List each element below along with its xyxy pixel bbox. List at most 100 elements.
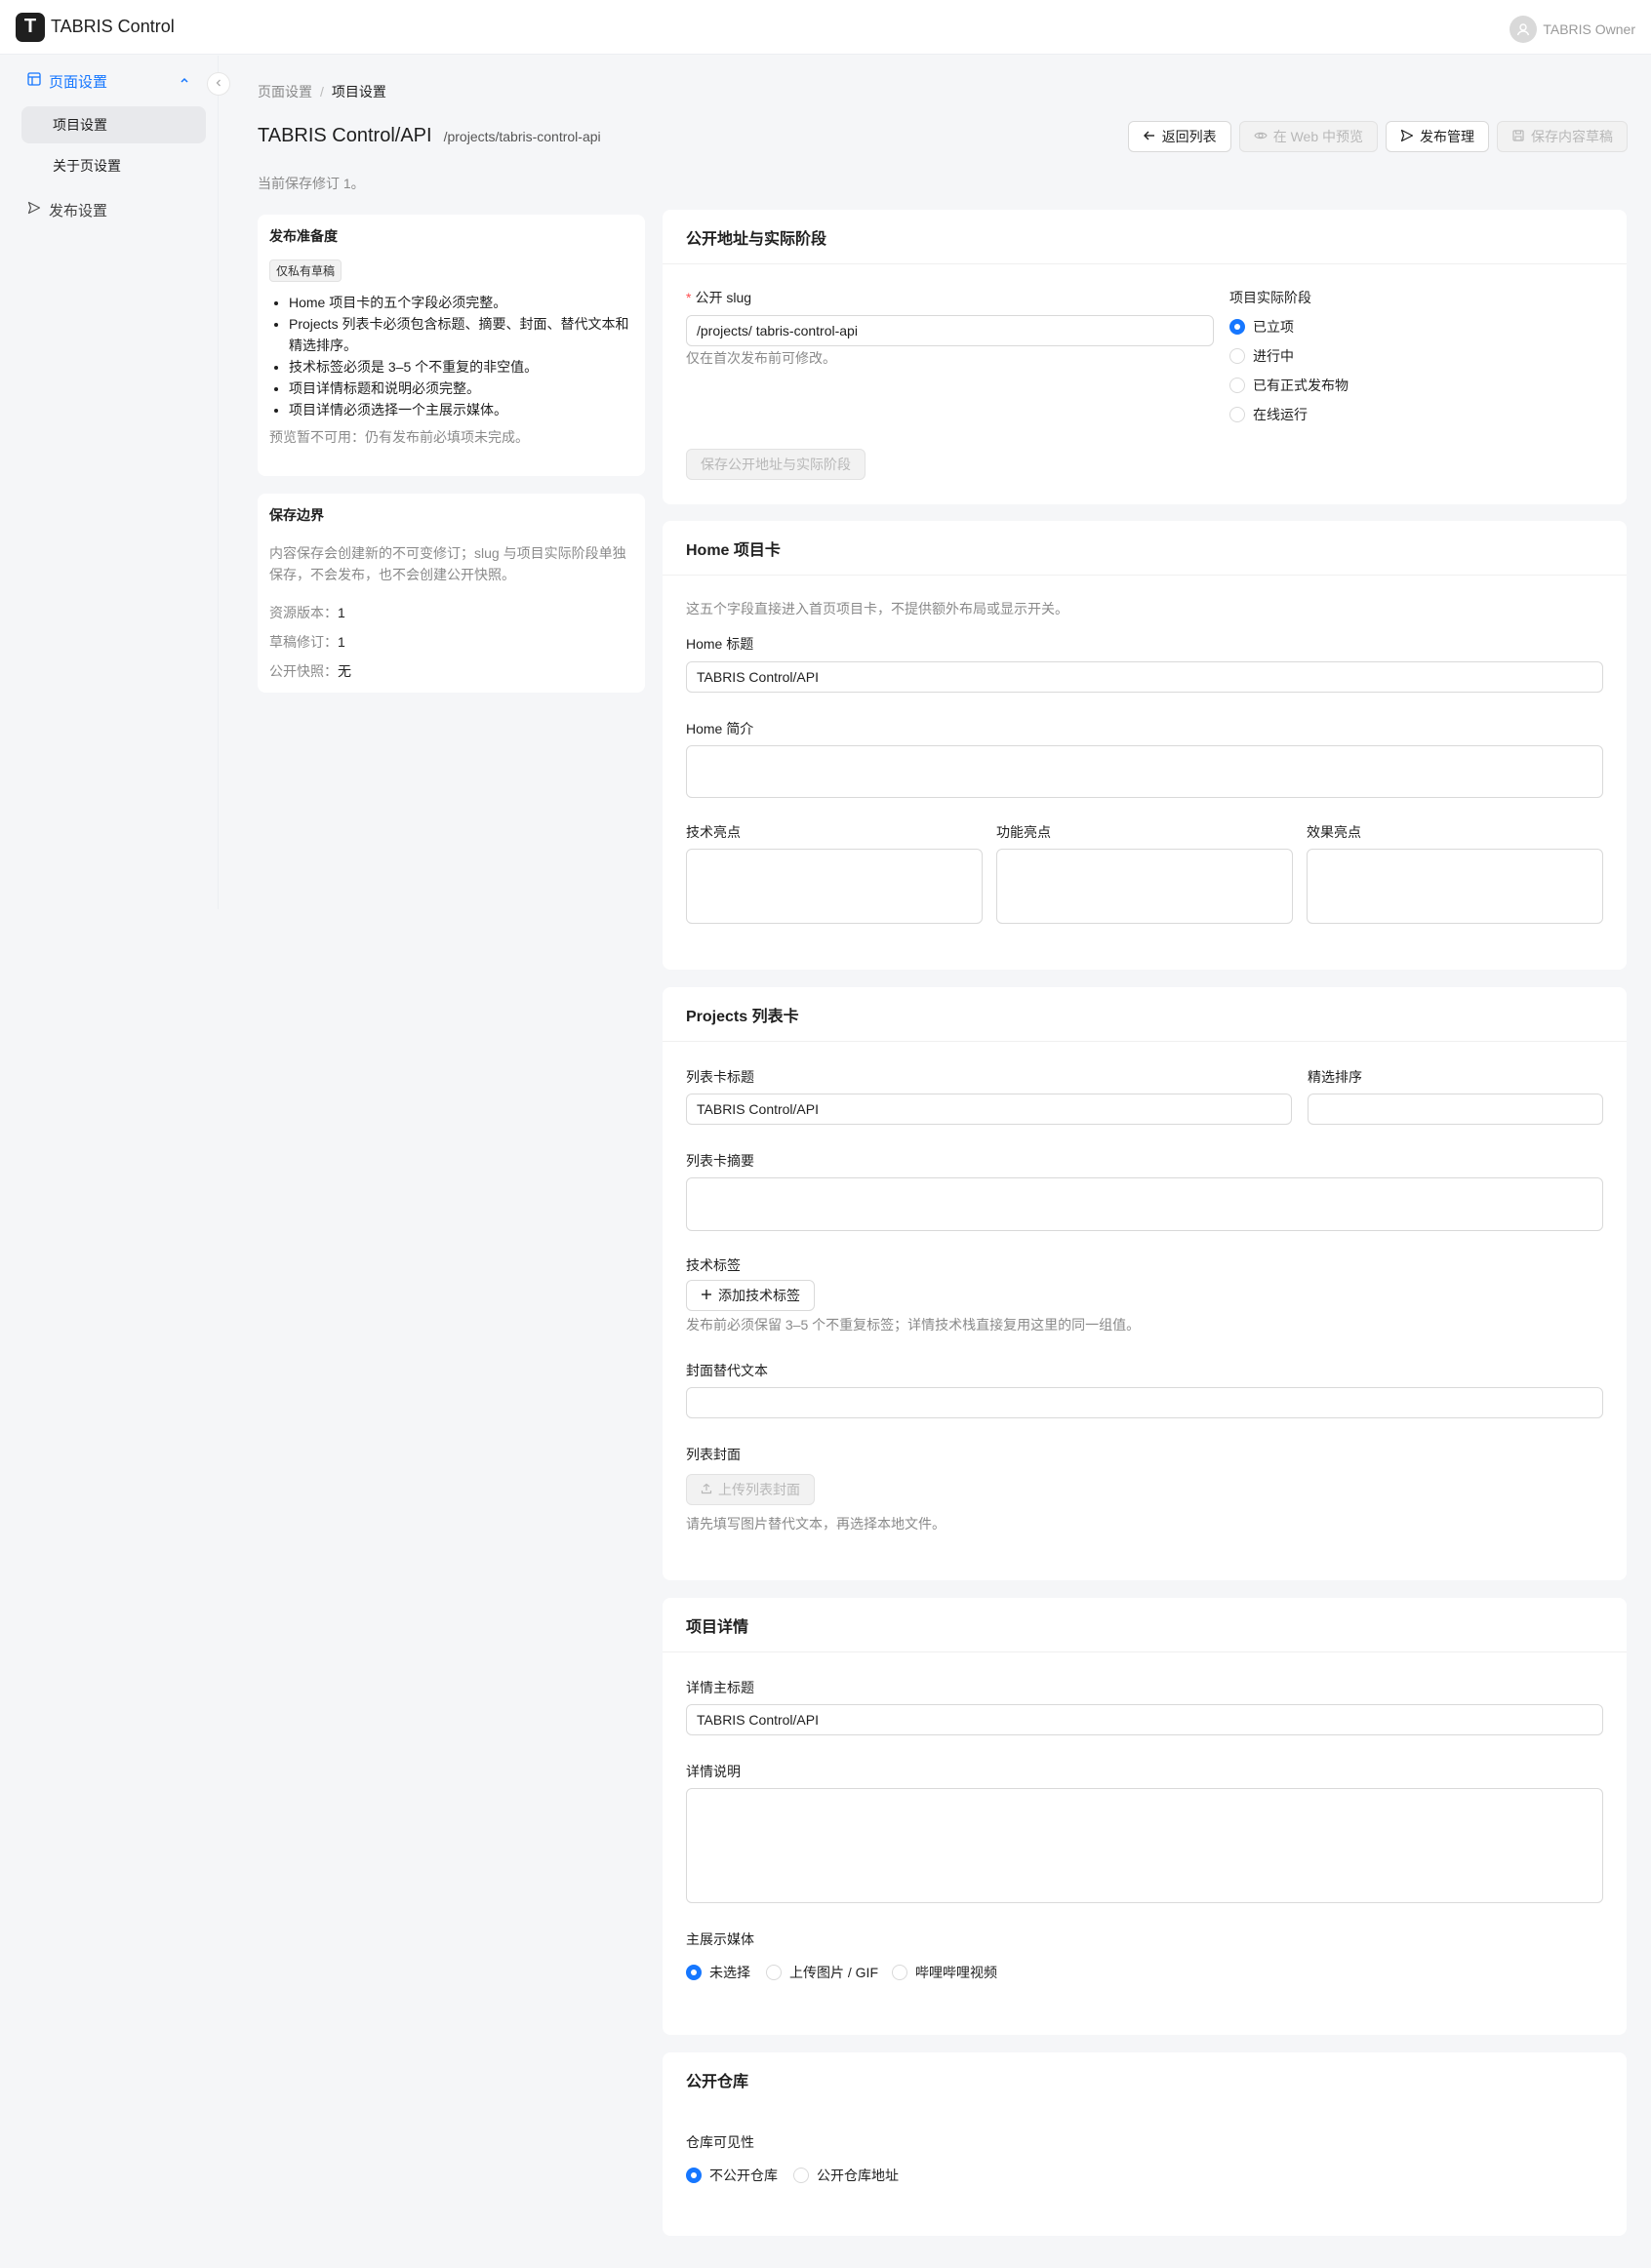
top-bar: T TABRIS Control TABRIS Owner	[0, 0, 1651, 55]
back-to-list-label: 返回列表	[1161, 129, 1217, 144]
breadcrumb-current: 项目设置	[331, 84, 386, 99]
list-item: 项目详情标题和说明必须完整。	[289, 378, 633, 399]
preview-unavailable-note: 预览暂不可用：仍有发布前必填项未完成。	[269, 429, 529, 445]
public-snapshot: 公开快照：无	[269, 663, 351, 679]
send-icon	[1400, 129, 1414, 145]
back-to-list-button[interactable]: 返回列表	[1127, 121, 1231, 152]
main-media-label: 主展示媒体	[686, 1931, 754, 1947]
plus-icon	[701, 1288, 712, 1303]
send-icon	[27, 201, 41, 219]
preview-label: 在 Web 中预览	[1272, 129, 1363, 144]
list-cover-label: 列表封面	[686, 1447, 741, 1462]
repo-option-public[interactable]: 公开仓库地址	[793, 2166, 899, 2185]
stage-option-released[interactable]: 已有正式发布物	[1229, 376, 1349, 395]
detail-main-title-label: 详情主标题	[686, 1680, 754, 1695]
upload-icon	[701, 1482, 712, 1497]
sidebar-group-page-settings[interactable]: 页面设置	[0, 60, 218, 102]
cover-help: 请先填写图片替代文本，再选择本地文件。	[686, 1516, 946, 1532]
project-detail-card: 项目详情 详情主标题 TABRIS Control/API 详情说明 主展示媒体…	[663, 1598, 1627, 2035]
stage-label: 项目实际阶段	[1229, 290, 1311, 305]
media-option-bilibili-video[interactable]: 哔哩哔哩视频	[892, 1963, 997, 1982]
save-address-stage-button[interactable]: 保存公开地址与实际阶段	[686, 449, 866, 480]
resource-version: 资源版本：1	[269, 605, 345, 620]
add-tech-tag-label: 添加技术标签	[718, 1288, 800, 1303]
app-logo[interactable]: T	[16, 12, 45, 42]
page-path: /projects/tabris-control-api	[443, 129, 601, 144]
add-tech-tag-button[interactable]: 添加技术标签	[686, 1280, 815, 1311]
radio-unchecked-icon	[1229, 407, 1245, 422]
list-item: Home 项目卡的五个字段必须完整。	[289, 292, 633, 313]
detail-description-textarea[interactable]	[686, 1788, 1603, 1903]
slug-help: 仅在首次发布前可修改。	[686, 350, 836, 366]
effect-highlights-textarea[interactable]	[1307, 849, 1603, 924]
stage-option-in-progress[interactable]: 进行中	[1229, 346, 1294, 366]
tech-highlights-label: 技术亮点	[686, 824, 741, 840]
eye-icon	[1253, 129, 1268, 145]
public-address-card: 公开地址与实际阶段 * 公开 slug /projects/ tabris-con…	[663, 210, 1627, 504]
publish-management-label: 发布管理	[1420, 129, 1474, 144]
save-boundary-card: 保存边界 内容保存会创建新的不可变修订；slug 与项目实际阶段单独 保存，不会发…	[258, 494, 645, 693]
projects-list-card-title: Projects 列表卡	[663, 987, 1627, 1042]
publish-management-button[interactable]: 发布管理	[1386, 121, 1489, 152]
radio-unchecked-icon	[892, 1965, 907, 1980]
featured-order-input[interactable]	[1308, 1094, 1603, 1125]
arrow-left-icon	[1143, 129, 1156, 145]
radio-checked-icon	[686, 2168, 702, 2183]
breadcrumb-parent[interactable]: 页面设置	[258, 84, 312, 99]
collapse-sidebar-button[interactable]	[207, 72, 230, 96]
draft-status-badge: 仅私有草稿	[269, 259, 342, 282]
sidebar-item-label: 发布设置	[49, 202, 108, 219]
chevron-up-icon	[179, 74, 190, 89]
preview-in-web-button[interactable]: 在 Web 中预览	[1238, 121, 1378, 152]
sidebar-item-project-settings[interactable]: 项目设置	[21, 106, 206, 143]
project-detail-title: 项目详情	[663, 1598, 1627, 1652]
home-title-input[interactable]: TABRIS Control/API	[686, 661, 1603, 693]
radio-checked-icon	[1229, 319, 1245, 335]
save-boundary-title: 保存边界	[269, 507, 324, 523]
slug-input[interactable]: /projects/ tabris-control-api	[686, 315, 1214, 346]
home-card-title: Home 项目卡	[663, 521, 1627, 576]
save-draft-label: 保存内容草稿	[1531, 129, 1613, 144]
user-avatar-icon	[1510, 16, 1538, 43]
user-menu[interactable]: TABRIS Owner	[1510, 16, 1635, 43]
sidebar-group-label: 页面设置	[49, 73, 108, 91]
radio-checked-icon	[686, 1965, 702, 1980]
tech-highlights-textarea[interactable]	[686, 849, 983, 924]
upload-cover-button[interactable]: 上传列表封面	[686, 1474, 815, 1505]
list-card-summary-label: 列表卡摘要	[686, 1153, 754, 1169]
media-option-image-gif[interactable]: 上传图片 / GIF	[766, 1963, 878, 1982]
save-boundary-description: 内容保存会创建新的不可变修订；slug 与项目实际阶段单独 保存，不会发布，也不会…	[269, 545, 626, 582]
list-item: 技术标签必须是 3–5 个不重复的非空值。	[289, 356, 633, 378]
breadcrumb-separator: /	[320, 84, 324, 99]
home-summary-textarea[interactable]	[686, 745, 1603, 798]
effect-highlights-label: 效果亮点	[1307, 824, 1361, 840]
stage-option-online[interactable]: 在线运行	[1229, 405, 1308, 424]
sidebar-item-about-settings[interactable]: 关于页设置	[21, 147, 206, 184]
public-address-title: 公开地址与实际阶段	[663, 210, 1627, 264]
chevron-left-icon	[214, 77, 223, 91]
save-draft-button[interactable]: 保存内容草稿	[1497, 121, 1628, 152]
home-card: Home 项目卡 这五个字段直接进入首页项目卡，不提供额外布局或显示开关。 Ho…	[663, 521, 1627, 970]
layout-icon	[27, 72, 41, 90]
sidebar: 页面设置 项目设置 关于页设置 发布设置	[0, 56, 219, 909]
home-summary-label: Home 简介	[686, 721, 754, 736]
user-name: TABRIS Owner	[1543, 21, 1635, 37]
list-card-summary-textarea[interactable]	[686, 1177, 1603, 1231]
repo-option-private[interactable]: 不公开仓库	[686, 2166, 778, 2185]
readiness-list: Home 项目卡的五个字段必须完整。 Projects 列表卡必须包含标题、摘要…	[269, 292, 633, 420]
cover-alt-input[interactable]	[686, 1387, 1603, 1418]
detail-main-title-input[interactable]: TABRIS Control/API	[686, 1704, 1603, 1735]
home-title-label: Home 标题	[686, 636, 754, 652]
list-item: 项目详情必须选择一个主展示媒体。	[289, 399, 633, 420]
breadcrumb: 页面设置 / 项目设置	[258, 82, 386, 101]
list-card-title-input[interactable]: TABRIS Control/API	[686, 1094, 1292, 1125]
feature-highlights-textarea[interactable]	[996, 849, 1293, 924]
page-title: TABRIS Control/API /projects/tabris-cont…	[258, 125, 601, 147]
radio-unchecked-icon	[1229, 378, 1245, 393]
media-option-none[interactable]: 未选择	[686, 1963, 750, 1982]
app-title[interactable]: TABRIS Control	[51, 17, 175, 37]
list-card-title-label: 列表卡标题	[686, 1069, 754, 1085]
sidebar-item-publish-settings[interactable]: 发布设置	[0, 188, 218, 231]
projects-list-card: Projects 列表卡 列表卡标题 TABRIS Control/API 精选…	[663, 987, 1627, 1580]
stage-option-initiated[interactable]: 已立项	[1229, 317, 1294, 337]
